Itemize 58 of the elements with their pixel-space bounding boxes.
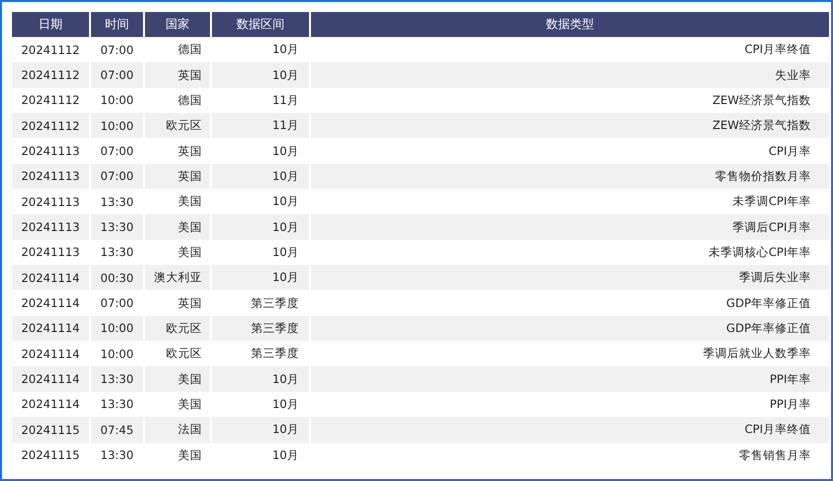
table-cell: 11月 (211, 113, 310, 138)
table-cell: 英国 (144, 62, 211, 88)
table-cell: 20241114 (12, 366, 90, 392)
table-cell: 10月 (211, 265, 310, 290)
column-header: 数据类型 (310, 12, 829, 37)
table-cell: 07:00 (90, 164, 144, 190)
table-cell: 季调后CPI月率 (310, 214, 829, 240)
table-cell: CPI月率终值 (310, 37, 829, 62)
table-cell: 20241112 (12, 62, 90, 88)
table-cell: 13:30 (90, 214, 144, 240)
column-header: 国家 (144, 12, 211, 37)
table-cell: 澳大利亚 (144, 265, 211, 290)
table-cell: 零售物价指数月率 (310, 164, 829, 190)
table-cell: 法国 (144, 417, 211, 442)
table-cell: 10月 (211, 164, 310, 190)
table-cell: 10月 (211, 62, 310, 88)
table-cell: ZEW经济景气指数 (310, 113, 829, 138)
table-cell: 10月 (211, 442, 310, 468)
table-cell: PPI月率 (310, 392, 829, 418)
table-cell: 零售销售月率 (310, 442, 829, 468)
table-cell: 20241113 (12, 214, 90, 240)
table-cell: 季调后失业率 (310, 265, 829, 290)
table-cell: 07:00 (90, 62, 144, 88)
table-cell: GDP年率修正值 (310, 290, 829, 316)
table-cell: 季调后就业人数季率 (310, 341, 829, 366)
table-cell: 第三季度 (211, 316, 310, 342)
table-cell: 20241113 (12, 164, 90, 190)
table-cell: 20241115 (12, 417, 90, 442)
table-cell: 07:45 (90, 417, 144, 442)
table-cell: 10月 (211, 417, 310, 442)
table-cell: 13:30 (90, 366, 144, 392)
table-cell: 13:30 (90, 442, 144, 468)
table-cell: 英国 (144, 164, 211, 190)
column-header: 日期 (12, 12, 90, 37)
table-cell: 10月 (211, 366, 310, 392)
table-cell: 未季调CPI年率 (310, 189, 829, 214)
table-cell: 美国 (144, 442, 211, 468)
table-cell: 20241112 (12, 113, 90, 138)
table-cell: 20241115 (12, 442, 90, 468)
table-cell: 10:00 (90, 113, 144, 138)
table-cell: 10月 (211, 214, 310, 240)
table-cell: 20241114 (12, 265, 90, 290)
table-cell: 美国 (144, 214, 211, 240)
table-cell: ZEW经济景气指数 (310, 88, 829, 114)
table-cell: 美国 (144, 366, 211, 392)
table-cell: 20241114 (12, 316, 90, 342)
column-header: 时间 (90, 12, 144, 37)
table-cell: CPI月率终值 (310, 417, 829, 442)
table-cell: 欧元区 (144, 316, 211, 342)
table-cell: PPI年率 (310, 366, 829, 392)
table-cell: GDP年率修正值 (310, 316, 829, 342)
column-header: 数据区间 (211, 12, 310, 37)
table-cell: 00:30 (90, 265, 144, 290)
table-cell: 未季调核心CPI年率 (310, 240, 829, 266)
table-cell: 欧元区 (144, 113, 211, 138)
table-cell: 失业率 (310, 62, 829, 88)
table-cell-text: CPI月率 (768, 142, 812, 160)
table-cell: 10:00 (90, 316, 144, 342)
